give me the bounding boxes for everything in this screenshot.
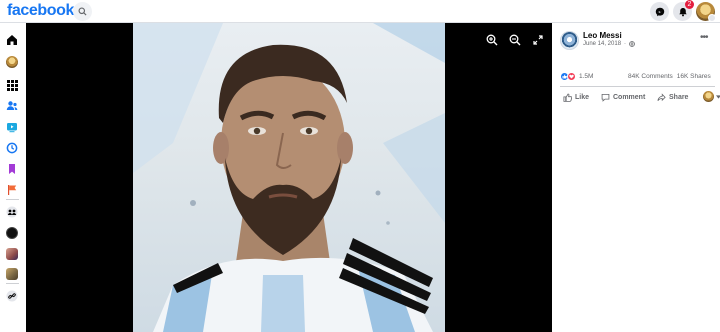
sidebar-item-memories[interactable] <box>5 141 19 155</box>
sidebar-item-profile[interactable] <box>5 55 19 69</box>
share-button[interactable]: Share <box>657 90 688 104</box>
menu-grid-icon <box>6 79 18 91</box>
search-button[interactable] <box>73 2 92 21</box>
sidebar-item-home[interactable] <box>5 33 19 47</box>
profile-avatar <box>6 56 18 68</box>
sidebar-item-watch[interactable] <box>5 120 19 134</box>
share-icon <box>657 92 666 101</box>
sidebar-item-menu[interactable] <box>5 78 19 92</box>
sidebar-item-shortcut-3[interactable] <box>5 267 19 281</box>
actions-divider <box>560 86 715 87</box>
dot-separator: · <box>624 41 627 47</box>
post-photo[interactable] <box>133 23 445 332</box>
portrait-illustration <box>133 23 445 332</box>
shortcut-3-thumbnail <box>6 268 18 280</box>
post-details-panel: Leo Messi June 14, 2018 · ••• 1.5M 84K C… <box>552 23 720 332</box>
author-avatar[interactable] <box>560 31 579 50</box>
share-label: Share <box>669 93 689 101</box>
post-meta: June 14, 2018 · <box>583 41 635 47</box>
reaction-count: 1.5M <box>579 73 594 80</box>
sidebar-divider <box>6 283 19 284</box>
sidebar-item-links[interactable] <box>5 289 19 303</box>
sidebar-item-pages[interactable] <box>5 183 19 197</box>
top-navigation-bar: facebook 2 <box>0 0 720 23</box>
link-icon <box>6 290 18 302</box>
messenger-icon <box>655 7 664 16</box>
saved-icon <box>9 164 15 174</box>
shortcut-1-thumbnail <box>6 227 18 239</box>
messenger-button[interactable] <box>650 2 669 21</box>
chevron-down-icon[interactable] <box>716 95 720 99</box>
post-author-name[interactable]: Leo Messi <box>583 31 622 40</box>
facebook-logo[interactable]: facebook <box>7 2 74 20</box>
fullscreen-icon <box>533 35 543 45</box>
thumbs-up-icon <box>563 93 572 102</box>
reaction-profile-selector[interactable] <box>703 91 714 102</box>
zoom-in-button[interactable] <box>485 33 499 47</box>
sidebar-item-shortcut-1[interactable] <box>5 226 19 240</box>
fullscreen-button[interactable] <box>531 33 545 47</box>
comment-label: Comment <box>613 93 646 101</box>
memories-icon <box>6 142 18 154</box>
zoom-out-button[interactable] <box>508 33 522 47</box>
comment-icon <box>601 93 610 102</box>
shares-count[interactable]: 16K Shares <box>677 73 711 80</box>
sidebar-item-saved[interactable] <box>5 162 19 176</box>
sidebar-divider <box>6 199 19 200</box>
search-icon <box>78 7 87 16</box>
comments-count[interactable]: 84K Comments <box>628 73 673 80</box>
notification-badge: 2 <box>685 0 694 9</box>
zoom-in-icon <box>486 34 498 46</box>
reactions-summary[interactable]: 1.5M <box>560 72 593 81</box>
post-date[interactable]: June 14, 2018 <box>583 41 621 47</box>
account-menu-button[interactable] <box>708 14 716 22</box>
sidebar-item-groups[interactable] <box>5 205 19 219</box>
pages-icon <box>8 185 17 195</box>
photo-viewer <box>26 23 552 332</box>
home-icon <box>7 35 17 45</box>
post-actions: Like Comment Share <box>560 90 720 104</box>
shortcut-2-thumbnail <box>6 248 18 260</box>
sidebar-item-shortcut-2[interactable] <box>5 247 19 261</box>
engagement-counts: 84K Comments 16K Shares <box>628 73 711 80</box>
left-sidebar <box>0 23 26 332</box>
globe-icon <box>629 41 635 47</box>
zoom-out-icon <box>509 34 521 46</box>
love-reaction-icon <box>567 72 576 81</box>
like-label: Like <box>575 93 590 101</box>
sidebar-item-friends[interactable] <box>5 99 19 113</box>
more-options-icon[interactable]: ••• <box>700 32 708 43</box>
watch-icon <box>7 123 17 133</box>
comment-button[interactable]: Comment <box>601 90 645 104</box>
friends-icon <box>6 101 18 110</box>
groups-icon <box>6 206 18 218</box>
like-button[interactable]: Like <box>563 90 589 104</box>
